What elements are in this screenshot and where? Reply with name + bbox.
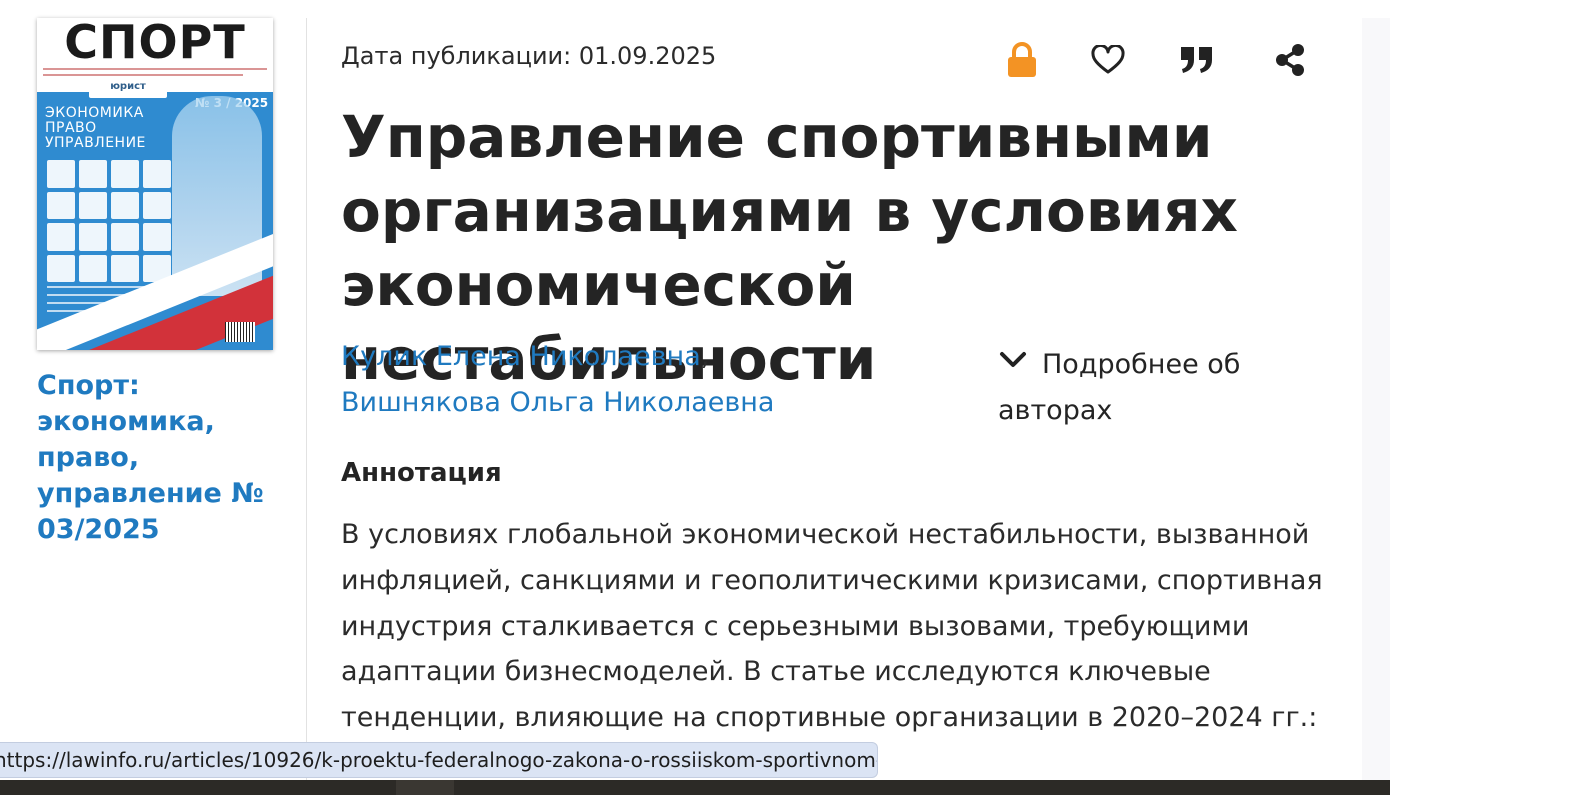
status-bar-url: https://lawinfo.ru/articles/10926/k-proe… bbox=[0, 742, 878, 778]
publisher-logo: юрист bbox=[89, 76, 167, 98]
more-about-authors-label: Подробнее об авторах bbox=[998, 349, 1241, 426]
share-icon[interactable] bbox=[1270, 40, 1310, 80]
publication-date: Дата публикации: 01.09.2025 bbox=[341, 42, 717, 70]
cover-brand: СПОРТ bbox=[64, 18, 246, 69]
sport-pictograms bbox=[47, 160, 171, 282]
author-link[interactable]: Кулик Елена Николаевна bbox=[341, 341, 701, 372]
barcode bbox=[225, 322, 255, 342]
lock-icon[interactable] bbox=[1002, 40, 1042, 80]
annotation-heading: Аннотация bbox=[341, 458, 502, 488]
chevron-down-icon bbox=[1000, 352, 1026, 367]
page-gutter bbox=[1362, 18, 1390, 780]
cover-subtitle: ЭКОНОМИКА ПРАВО УПРАВЛЕНИЕ bbox=[45, 105, 146, 151]
heart-icon[interactable] bbox=[1088, 40, 1128, 80]
more-about-authors-toggle[interactable]: Подробнее об авторах bbox=[998, 342, 1298, 434]
quote-icon[interactable] bbox=[1177, 40, 1217, 80]
author-link[interactable]: Вишнякова Ольга Николаевна bbox=[341, 387, 774, 418]
journal-issue-link[interactable]: Спорт: экономика, право, управление № 03… bbox=[37, 368, 287, 548]
cover-fine-print bbox=[43, 68, 267, 70]
author-list: Кулик Елена Николаевна, Вишнякова Ольга … bbox=[341, 334, 981, 426]
journal-cover-image[interactable]: СПОРТ юрист № 3 / 2025 ЭКОНОМИКА ПРАВО У… bbox=[37, 18, 273, 350]
author-separator: , bbox=[700, 341, 710, 372]
cover-fine-print bbox=[47, 286, 167, 342]
column-divider bbox=[306, 18, 307, 780]
status-url-text: https://lawinfo.ru/articles/10926/k-proe… bbox=[0, 748, 878, 772]
